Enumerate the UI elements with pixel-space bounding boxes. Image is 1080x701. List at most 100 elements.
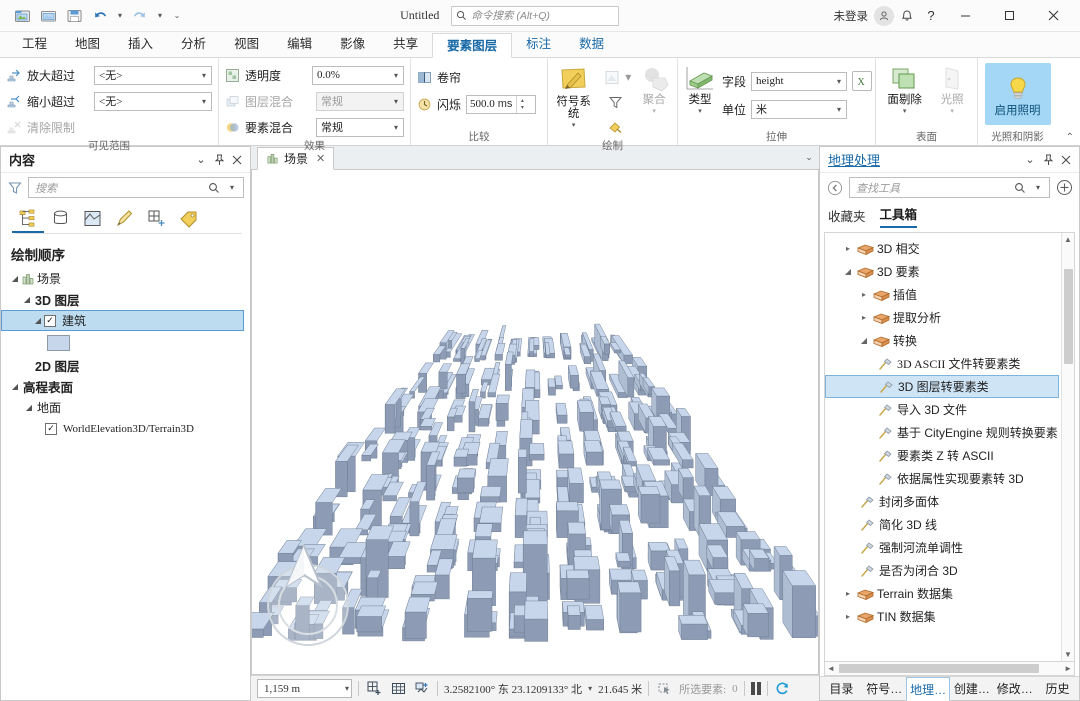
list-by-labeling-icon[interactable] [175, 206, 201, 230]
symbology-swatch-button[interactable] [602, 115, 628, 139]
toolbox-vertical-scrollbar[interactable]: ▲ ▼ [1061, 233, 1074, 661]
list-by-selection-icon[interactable] [79, 206, 105, 230]
twisty-right-icon[interactable]: ▸ [841, 244, 855, 253]
chevron-down-icon[interactable]: ▾ [950, 107, 954, 115]
tool-enforce-river-monotonicity[interactable]: 强制河流单调性 [825, 536, 1061, 559]
open-project-icon[interactable] [36, 4, 60, 28]
extrusion-field-combo[interactable]: height ▾ [751, 71, 848, 91]
import-symbology-button[interactable] [599, 65, 625, 89]
extrusion-expression-button[interactable]: X [852, 71, 873, 91]
search-options-chevron-icon[interactable]: ▾ [1030, 180, 1046, 196]
tool-3d-layer-to-feature-class[interactable]: 3D 图层转要素类 [825, 375, 1059, 398]
tab-favorites[interactable]: 收藏夹 [828, 206, 866, 228]
search-icon[interactable] [1012, 180, 1028, 196]
buildings-symbol-swatch[interactable] [47, 335, 70, 351]
twisty-down-icon[interactable]: ◢ [9, 382, 21, 391]
dock-tab-symbology[interactable]: 符号… [863, 677, 906, 700]
scroll-thumb[interactable] [1063, 269, 1073, 364]
toolbox-conversion[interactable]: ◢ 转换 [825, 329, 1061, 352]
twisty-down-icon[interactable]: ◢ [21, 295, 33, 304]
tab-toolboxes[interactable]: 工具箱 [879, 204, 918, 228]
tree-node-2d-layers[interactable]: 2D 图层 [1, 355, 250, 376]
symbology-filter-button[interactable] [602, 90, 628, 114]
panel-menu-icon[interactable]: ⌄ [1021, 151, 1039, 169]
dock-tab-history[interactable]: 历史 [1036, 677, 1079, 700]
zoom-in-beyond-combo[interactable]: <无> ▾ [94, 65, 212, 85]
undo-icon[interactable] [88, 4, 112, 28]
tab-imagery[interactable]: 影像 [326, 32, 379, 57]
tab-map[interactable]: 地图 [61, 32, 114, 57]
tab-insert[interactable]: 插入 [114, 32, 167, 57]
toolbox-3d-intersect[interactable]: ▸ 3D 相交 [825, 237, 1061, 260]
twisty-down-icon[interactable]: ◢ [23, 403, 35, 412]
search-options-chevron-icon[interactable]: ▾ [224, 180, 240, 196]
twisty-right-icon[interactable]: ▸ [857, 290, 871, 299]
command-search-box[interactable]: 命令搜索 (Alt+Q) [451, 5, 620, 26]
undo-dropdown-icon[interactable]: ▾ [114, 5, 126, 27]
refresh-icon[interactable] [774, 680, 792, 698]
twisty-right-icon[interactable]: ▸ [857, 313, 871, 322]
view-tab-menu-icon[interactable]: ⌄ [799, 152, 819, 163]
toolbox-interpolation[interactable]: ▸ 插值 [825, 283, 1061, 306]
zoom-out-beyond-combo[interactable]: <无> ▾ [94, 91, 212, 111]
feature-blend-combo[interactable]: 常规 ▾ [316, 117, 404, 137]
tree-node-scene[interactable]: ◢ 场景 [1, 268, 250, 289]
close-button[interactable] [1032, 1, 1074, 31]
avatar[interactable] [874, 5, 894, 26]
customize-qat-icon[interactable]: ⌄ [168, 5, 186, 27]
tool-import-3d-files[interactable]: 导入 3D 文件 [825, 398, 1061, 421]
toolbox-extraction-analysis[interactable]: ▸ 提取分析 [825, 306, 1061, 329]
chevron-down-icon[interactable]: ▾ [572, 121, 576, 129]
maximize-button[interactable] [988, 1, 1030, 31]
symbology-button[interactable]: 符号系统 ▾ [554, 63, 593, 129]
extrusion-unit-combo[interactable]: 米 ▾ [751, 99, 848, 119]
clear-limits-row[interactable]: 清除限制 [6, 115, 212, 139]
save-project-icon[interactable] [62, 4, 86, 28]
twisty-right-icon[interactable]: ▸ [841, 612, 855, 621]
layer-blend-combo[interactable]: 常规 ▾ [316, 91, 404, 111]
tree-node-terrain3d[interactable]: ✓ WorldElevation3D/Terrain3D [1, 418, 250, 439]
scroll-thumb[interactable] [839, 664, 1039, 673]
tree-node-3d-layers[interactable]: ◢ 3D 图层 [1, 289, 250, 310]
lighting-button[interactable]: 光照 ▾ [933, 63, 971, 115]
search-icon[interactable] [206, 180, 222, 196]
tool-3d-ascii-to-feature-class[interactable]: 3D ASCII 文件转要素类 [825, 352, 1061, 375]
dock-tab-catalog[interactable]: 目录 [820, 677, 863, 700]
redo-dropdown-icon[interactable]: ▾ [154, 5, 166, 27]
coordinates-units-chevron-icon[interactable]: ▾ [588, 684, 592, 693]
dock-tab-create[interactable]: 创建… [950, 677, 993, 700]
tool-is-closed-3d[interactable]: 是否为闭合 3D [825, 559, 1061, 582]
transparency-combo[interactable]: 0.0% ▾ [312, 65, 404, 85]
scroll-left-icon[interactable]: ◄ [827, 664, 835, 673]
twisty-right-icon[interactable]: ▸ [841, 589, 855, 598]
tab-project[interactable]: 工程 [8, 32, 61, 57]
flicker-spinner[interactable]: 500.0 ms ▴ ▾ [466, 94, 537, 114]
chevron-down-icon[interactable]: ▾ [625, 70, 631, 84]
tab-data[interactable]: 数据 [565, 32, 618, 57]
list-by-editing-icon[interactable] [111, 206, 137, 230]
twisty-down-icon[interactable]: ◢ [857, 336, 871, 345]
close-icon[interactable] [1057, 151, 1075, 169]
list-by-drawing-order-icon[interactable] [12, 206, 44, 233]
add-grid-icon[interactable] [365, 680, 383, 698]
navigator-north-arrow-icon[interactable] [274, 542, 338, 602]
measure-icon[interactable] [413, 680, 431, 698]
tool-feature-to-3d-by-attribute[interactable]: 依据属性实现要素转 3D [825, 467, 1061, 490]
tree-node-buildings[interactable]: ◢ ✓ 建筑 [1, 310, 244, 331]
tool-feature-class-z-to-ascii[interactable]: 要素类 Z 转 ASCII [825, 444, 1061, 467]
collapse-ribbon-icon[interactable]: ⌃ [1066, 132, 1074, 143]
pause-drawing-icon[interactable] [750, 682, 761, 695]
dock-tab-geoprocessing[interactable]: 地理… [905, 677, 951, 701]
scene-canvas[interactable] [251, 170, 819, 675]
chevron-down-icon[interactable]: ▾ [345, 684, 349, 693]
tab-labeling[interactable]: 标注 [512, 32, 565, 57]
face-cull-button[interactable]: 面剔除 ▾ [882, 63, 927, 115]
add-toolbox-icon[interactable] [1055, 179, 1073, 197]
chevron-down-icon[interactable]: ▾ [698, 107, 702, 115]
contents-search-input[interactable]: 搜索 ▾ [28, 177, 244, 198]
minimize-button[interactable] [944, 1, 986, 31]
tree-node-ground[interactable]: ◢ 地面 [1, 397, 250, 418]
toolbox-terrain-dataset[interactable]: ▸ Terrain 数据集 [825, 582, 1061, 605]
tool-enclose-multipatch[interactable]: 封闭多面体 [825, 490, 1061, 513]
dock-tab-modify[interactable]: 修改… [993, 677, 1036, 700]
